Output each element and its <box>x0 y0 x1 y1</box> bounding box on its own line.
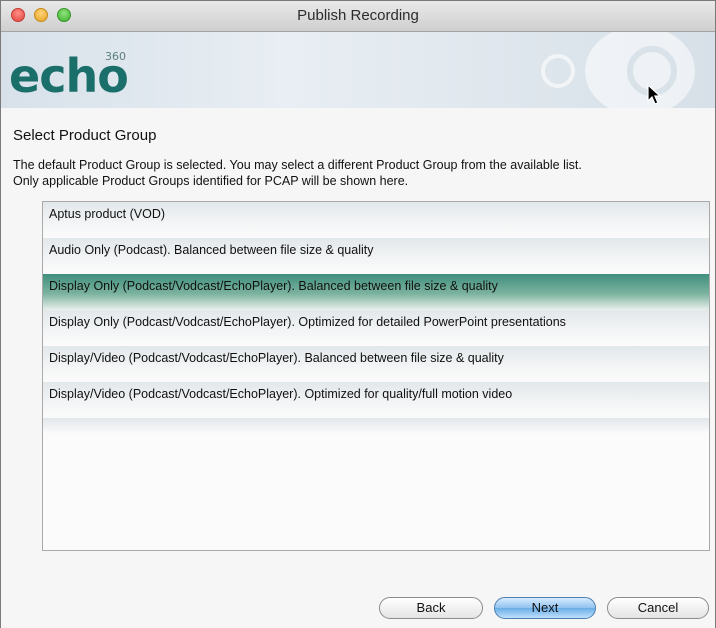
banner-decoration <box>541 54 575 88</box>
publish-recording-window: Publish Recording echo 360 Select Produc… <box>0 0 716 628</box>
window-title: Publish Recording <box>297 7 419 24</box>
list-item-label: Display/Video (Podcast/Vodcast/EchoPlaye… <box>49 351 504 365</box>
list-item-label: Display/Video (Podcast/Vodcast/EchoPlaye… <box>49 387 513 401</box>
list-item-label: Aptus product (VOD) <box>49 207 166 221</box>
product-group-item-selected[interactable]: Display Only (Podcast/Vodcast/EchoPlayer… <box>43 274 709 310</box>
back-button[interactable]: Back <box>379 597 483 619</box>
product-group-item[interactable]: Audio Only (Podcast). Balanced between f… <box>43 238 709 274</box>
product-group-list[interactable]: Aptus product (VOD) Audio Only (Podcast)… <box>42 201 710 551</box>
echo360-logo: echo 360 <box>9 48 129 104</box>
mouse-pointer-icon <box>647 84 662 105</box>
cancel-button[interactable]: Cancel <box>607 597 709 619</box>
list-item-label: Display Only (Podcast/Vodcast/EchoPlayer… <box>49 315 566 329</box>
product-group-item[interactable]: Display/Video (Podcast/Vodcast/EchoPlaye… <box>43 382 709 418</box>
title-bar[interactable]: Publish Recording <box>1 1 715 32</box>
section-title: Select Product Group <box>13 127 157 144</box>
product-group-item[interactable]: Aptus product (VOD) <box>43 202 709 238</box>
description-line: The default Product Group is selected. Y… <box>13 158 582 172</box>
product-group-item[interactable]: Display Only (Podcast/Vodcast/EchoPlayer… <box>43 310 709 346</box>
description-text: The default Product Group is selected. Y… <box>13 157 713 189</box>
list-empty-row <box>43 418 709 434</box>
list-item-label: Audio Only (Podcast). Balanced between f… <box>49 243 374 257</box>
description-line: Only applicable Product Groups identifie… <box>13 174 409 188</box>
list-item-label: Display Only (Podcast/Vodcast/EchoPlayer… <box>49 279 498 293</box>
logo-superscript: 360 <box>105 50 126 63</box>
product-group-item[interactable]: Display/Video (Podcast/Vodcast/EchoPlaye… <box>43 346 709 382</box>
header-banner: echo 360 <box>1 32 715 108</box>
next-button[interactable]: Next <box>494 597 596 619</box>
